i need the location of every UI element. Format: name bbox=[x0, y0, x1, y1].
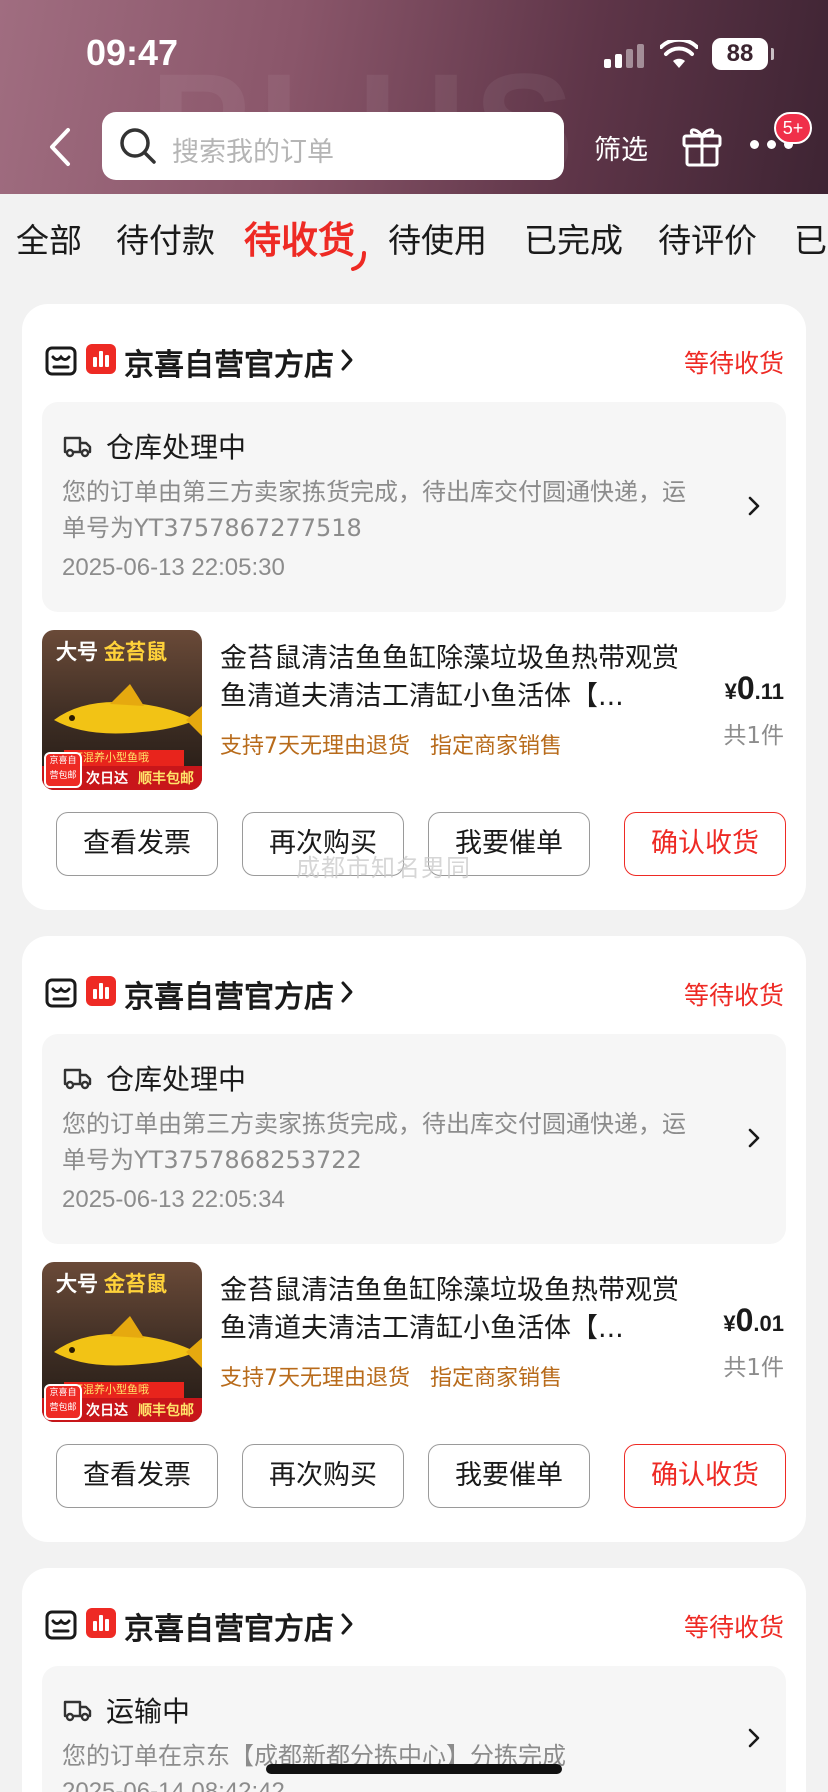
logistics-time: 2025-06-13 22:05:34 bbox=[62, 1186, 285, 1213]
product-image-strip: 可混养小型鱼哦 bbox=[64, 750, 184, 766]
product-title[interactable]: 金苔鼠清洁鱼鱼缸除藻垃圾鱼热带观赏鱼清道夫清洁工清缸小鱼活体【... bbox=[220, 640, 696, 716]
urge-order-button[interactable]: 我要催单 bbox=[428, 1444, 590, 1508]
product-image-strip: 可混养小型鱼哦 bbox=[64, 1382, 184, 1398]
product-tags: 支持7天无理由退货 指定商家销售 bbox=[220, 728, 582, 760]
store-icon bbox=[45, 1610, 77, 1640]
product-image-label: 大号 bbox=[56, 1272, 98, 1296]
logistics-time: 2025-06-13 22:05:30 bbox=[62, 554, 285, 581]
product-image[interactable]: 大号 金苔鼠 可混养小型鱼哦 次日达 顺丰包邮 京喜自营包邮 bbox=[42, 630, 202, 790]
fish-image bbox=[54, 684, 202, 736]
product-price: ¥0.01 bbox=[723, 1302, 784, 1339]
chevron-right-icon[interactable] bbox=[340, 348, 354, 372]
confirm-receipt-button[interactable]: 确认收货 bbox=[624, 1444, 786, 1508]
tab-active-indicator bbox=[351, 251, 366, 271]
order-status: 等待收货 bbox=[683, 981, 784, 1010]
price-decimal: .01 bbox=[753, 1311, 784, 1336]
order-status: 等待收货 bbox=[683, 1613, 784, 1642]
chevron-right-icon[interactable] bbox=[340, 1612, 354, 1636]
buy-again-button[interactable]: 再次购买 bbox=[242, 1444, 404, 1508]
store-name[interactable]: 京喜自营官方店 bbox=[124, 972, 334, 1016]
chevron-right-icon bbox=[748, 496, 760, 516]
price-currency: ¥ bbox=[724, 679, 737, 704]
logistics-time: 2025-06-14 08:42:42 bbox=[62, 1778, 285, 1792]
tab-completed[interactable]: 已完成 bbox=[524, 214, 623, 262]
shop-logo-icon bbox=[86, 344, 116, 374]
product-image-name: 金苔鼠 bbox=[104, 1272, 167, 1296]
header: PLUS 09:47 88 搜索我的订单 筛选 5+ bbox=[0, 0, 828, 194]
product-price: ¥0.11 bbox=[725, 670, 784, 707]
product-image-shipping: 顺丰包邮 bbox=[138, 1403, 194, 1419]
chevron-right-icon[interactable] bbox=[340, 980, 354, 1004]
back-button[interactable] bbox=[44, 124, 78, 170]
logistics-description: 您的订单由第三方卖家拣货完成，待出库交付圆通快递，运单号为YT375786825… bbox=[62, 1110, 686, 1174]
store-name[interactable]: 京喜自营官方店 bbox=[124, 1604, 334, 1648]
confirm-receipt-button[interactable]: 确认收货 bbox=[624, 812, 786, 876]
search-icon bbox=[120, 128, 156, 164]
search-input[interactable]: 搜索我的订单 bbox=[102, 112, 564, 180]
order-card[interactable]: 京喜自营官方店 等待收货 运输中 您的订单在京东【成都新都分拣中心】分拣完成 2… bbox=[22, 1568, 806, 1792]
product-tags: 支持7天无理由退货 指定商家销售 bbox=[220, 1360, 582, 1392]
store-icon bbox=[45, 978, 77, 1008]
logistics-panel[interactable]: 仓库处理中 您的订单由第三方卖家拣货完成，待出库交付圆通快递，运单号为YT375… bbox=[42, 1034, 786, 1244]
logistics-panel[interactable]: 仓库处理中 您的订单由第三方卖家拣货完成，待出库交付圆通快递，运单号为YT375… bbox=[42, 402, 786, 612]
filter-button[interactable]: 筛选 bbox=[594, 128, 648, 167]
price-integer: 0 bbox=[735, 1302, 754, 1338]
truck-icon bbox=[63, 1700, 92, 1722]
battery-indicator: 88 bbox=[712, 38, 774, 70]
tab-pending-review[interactable]: 待评价 bbox=[658, 214, 757, 262]
logistics-description: 您的订单由第三方卖家拣货完成，待出库交付圆通快递，运单号为YT375786727… bbox=[62, 478, 686, 542]
chevron-right-icon bbox=[748, 1728, 760, 1748]
product-tag: 指定商家销售 bbox=[430, 734, 563, 759]
price-decimal: .11 bbox=[754, 679, 784, 704]
logistics-title: 仓库处理中 bbox=[106, 1063, 247, 1096]
order-status: 等待收货 bbox=[683, 349, 784, 378]
home-indicator[interactable] bbox=[266, 1764, 562, 1774]
tab-all[interactable]: 全部 bbox=[16, 214, 82, 262]
product-image-label: 大号 bbox=[56, 640, 98, 664]
search-placeholder: 搜索我的订单 bbox=[172, 137, 334, 168]
product-quantity: 共1件 bbox=[723, 1355, 784, 1381]
logistics-title: 运输中 bbox=[106, 1695, 191, 1728]
product-image-name: 金苔鼠 bbox=[104, 640, 167, 664]
store-name[interactable]: 京喜自营官方店 bbox=[124, 340, 334, 384]
status-time: 09:47 bbox=[86, 32, 179, 73]
gift-icon[interactable] bbox=[680, 122, 724, 168]
price-integer: 0 bbox=[736, 670, 755, 706]
product-image-badge: 京喜自营包邮 bbox=[44, 1384, 82, 1420]
tab-pending-use[interactable]: 待使用 bbox=[388, 214, 487, 262]
order-tabs: 全部 待付款 待收货 待使用 已完成 待评价 已 bbox=[0, 194, 828, 284]
product-title[interactable]: 金苔鼠清洁鱼鱼缸除藻垃圾鱼热带观赏鱼清道夫清洁工清缸小鱼活体【... bbox=[220, 1272, 696, 1348]
store-icon bbox=[45, 346, 77, 376]
cellular-signal-icon bbox=[604, 44, 646, 68]
shop-logo-icon bbox=[86, 976, 116, 1006]
order-card[interactable]: 京喜自营官方店 等待收货 仓库处理中 您的订单由第三方卖家拣货完成，待出库交付圆… bbox=[22, 304, 806, 910]
tab-pending-receipt[interactable]: 待收货 bbox=[244, 210, 355, 264]
view-invoice-button[interactable]: 查看发票 bbox=[56, 1444, 218, 1508]
shop-logo-icon bbox=[86, 1608, 116, 1638]
message-badge: 5+ bbox=[774, 112, 812, 144]
page-watermark: 成都市知名男同 bbox=[296, 854, 471, 882]
tab-pending-payment[interactable]: 待付款 bbox=[116, 214, 215, 262]
product-image-shipping: 顺丰包邮 bbox=[138, 771, 194, 787]
view-invoice-button[interactable]: 查看发票 bbox=[56, 812, 218, 876]
product-quantity: 共1件 bbox=[723, 723, 784, 749]
truck-icon bbox=[63, 1068, 92, 1090]
logistics-title: 仓库处理中 bbox=[106, 431, 247, 464]
product-image-delivery: 次日达 bbox=[86, 1403, 128, 1419]
order-card[interactable]: 京喜自营官方店 等待收货 仓库处理中 您的订单由第三方卖家拣货完成，待出库交付圆… bbox=[22, 936, 806, 1542]
product-image-badge: 京喜自营包邮 bbox=[44, 752, 82, 788]
product-tag: 支持7天无理由退货 bbox=[220, 734, 410, 759]
product-image-delivery: 次日达 bbox=[86, 771, 128, 787]
product-image[interactable]: 大号 金苔鼠 可混养小型鱼哦 次日达 顺丰包邮 京喜自营包邮 bbox=[42, 1262, 202, 1422]
product-tag: 指定商家销售 bbox=[430, 1366, 563, 1391]
tab-more-cut[interactable]: 已 bbox=[794, 214, 827, 262]
fish-image bbox=[54, 1316, 202, 1368]
truck-icon bbox=[63, 436, 92, 458]
wifi-icon bbox=[660, 40, 698, 68]
chevron-right-icon bbox=[748, 1128, 760, 1148]
product-tag: 支持7天无理由退货 bbox=[220, 1366, 410, 1391]
price-currency: ¥ bbox=[723, 1311, 736, 1336]
